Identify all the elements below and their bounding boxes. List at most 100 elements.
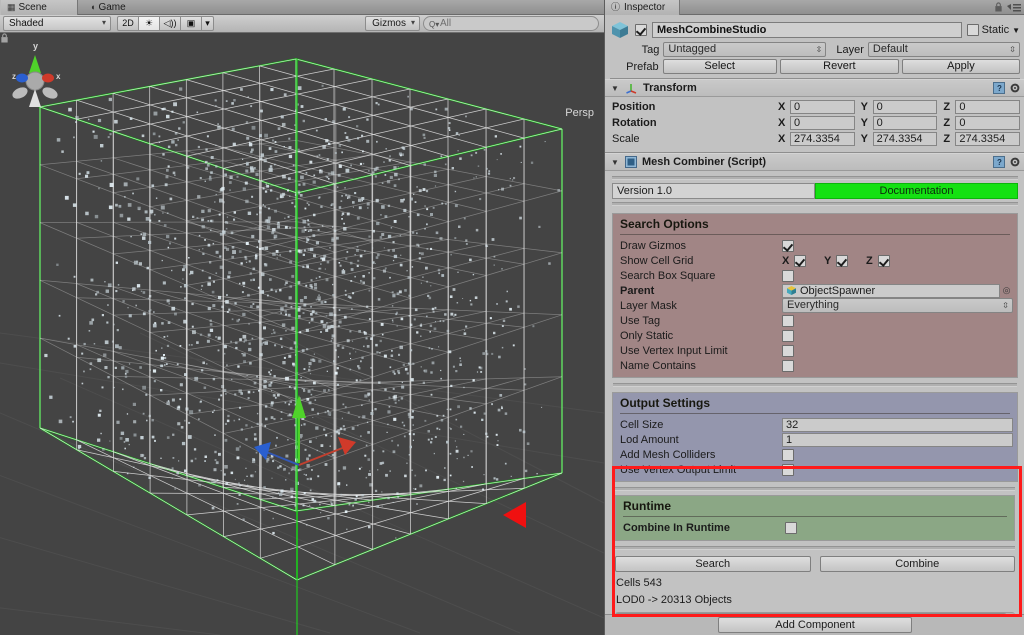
rotation-y-input[interactable]: 0 bbox=[872, 115, 938, 130]
groove-divider bbox=[615, 546, 1015, 550]
draw-gizmos-checkbox[interactable] bbox=[782, 239, 794, 252]
lock-icon[interactable] bbox=[0, 33, 9, 43]
gizmos-dropdown[interactable]: Gizmos bbox=[365, 16, 420, 31]
cell-grid-y-label: Y bbox=[824, 254, 832, 267]
cell-size-label: Cell Size bbox=[620, 418, 664, 431]
scene-viewport[interactable]: y z x Persp bbox=[0, 33, 604, 635]
layer-mask-row: Layer Mask Everything bbox=[613, 298, 1017, 313]
transform-header-icons: ? bbox=[993, 82, 1021, 94]
object-picker-icon[interactable]: ◎ bbox=[1000, 285, 1013, 296]
scale-label: Scale bbox=[612, 132, 640, 145]
tag-dropdown[interactable]: Untagged bbox=[663, 42, 827, 57]
lock-icon[interactable] bbox=[994, 2, 1003, 12]
only-static-checkbox[interactable] bbox=[782, 329, 794, 342]
cell-grid-y-checkbox[interactable] bbox=[836, 254, 848, 267]
help-icon[interactable]: ? bbox=[993, 82, 1005, 94]
add-component-button[interactable]: Add Component bbox=[718, 617, 912, 633]
combine-in-runtime-checkbox[interactable] bbox=[785, 521, 797, 534]
gameobject-enabled-checkbox[interactable] bbox=[635, 24, 647, 36]
static-toggle-group: Static ▼ bbox=[966, 24, 1020, 36]
gear-icon[interactable] bbox=[1009, 156, 1021, 168]
axis-label-z: Z bbox=[943, 100, 951, 113]
search-button[interactable]: Search bbox=[615, 556, 811, 572]
cell-size-row: Cell Size 32 bbox=[613, 417, 1017, 432]
documentation-button[interactable]: Documentation bbox=[815, 183, 1018, 199]
scale-x-input[interactable]: 274.3354 bbox=[790, 131, 855, 146]
static-checkbox[interactable] bbox=[966, 24, 979, 36]
gameobject-name-field[interactable]: MeshCombineStudio bbox=[652, 22, 962, 38]
scene-panel: ▦ Scene ◖ Game Shaded 2D ☀ ◁)) ▣ ▾ Gizmo… bbox=[0, 0, 604, 635]
scene-search-input[interactable]: Q▾ All bbox=[423, 16, 599, 31]
combine-in-runtime-row: Combine In Runtime bbox=[616, 520, 1014, 535]
combine-button[interactable]: Combine bbox=[819, 556, 1015, 572]
search-icon: Q▾ bbox=[429, 20, 440, 29]
view-axis-gizmo[interactable]: y z x bbox=[0, 37, 70, 123]
groove-divider bbox=[612, 202, 1018, 206]
prefab-revert-button[interactable]: Revert bbox=[779, 59, 899, 74]
scale-z-input[interactable]: 274.3354 bbox=[955, 131, 1021, 146]
tab-game[interactable]: ◖ Game bbox=[84, 0, 154, 15]
prefab-apply-button[interactable]: Apply bbox=[901, 59, 1020, 74]
scale-y-input[interactable]: 274.3354 bbox=[872, 131, 938, 146]
hamburger-icon[interactable] bbox=[1007, 2, 1021, 12]
tab-inspector-label: Inspector bbox=[624, 2, 666, 13]
tab-scene-label: Scene bbox=[18, 2, 47, 13]
toggle-2d-button[interactable]: 2D bbox=[117, 16, 139, 31]
sun-icon[interactable]: ☀ bbox=[138, 16, 160, 31]
position-y-input[interactable]: 0 bbox=[872, 99, 938, 114]
tab-inspector[interactable]: ⓘ Inspector bbox=[605, 0, 681, 15]
name-contains-checkbox[interactable] bbox=[782, 359, 794, 372]
rotation-x-input[interactable]: 0 bbox=[790, 115, 855, 130]
layer-dropdown[interactable]: Default bbox=[867, 42, 1020, 57]
image-icon[interactable]: ▣ bbox=[180, 16, 202, 31]
add-mesh-colliders-checkbox[interactable] bbox=[782, 448, 794, 461]
cell-size-input[interactable]: 32 bbox=[782, 417, 1013, 432]
gear-icon[interactable] bbox=[1009, 82, 1021, 94]
svg-text:?: ? bbox=[997, 84, 1002, 93]
use-vertex-output-limit-checkbox[interactable] bbox=[782, 463, 794, 476]
position-x-input[interactable]: 0 bbox=[790, 99, 855, 114]
speaker-icon[interactable]: ◁)) bbox=[159, 16, 181, 31]
use-vertex-input-limit-checkbox[interactable] bbox=[782, 344, 794, 357]
action-buttons-row: Search Combine bbox=[605, 552, 1024, 572]
layer-mask-dropdown[interactable]: Everything bbox=[782, 298, 1013, 313]
shading-mode-dropdown[interactable]: Shaded bbox=[3, 16, 111, 31]
gamepad-icon: ◖ bbox=[90, 2, 96, 12]
divider bbox=[620, 234, 1010, 235]
mesh-combiner-header-icons: ? bbox=[993, 156, 1021, 168]
scene-toolbar: Shaded 2D ☀ ◁)) ▣ ▾ Gizmos Q▾ All bbox=[0, 15, 604, 33]
groove-divider bbox=[615, 487, 1015, 491]
rotation-z-input[interactable]: 0 bbox=[955, 115, 1021, 130]
tag-label: Tag bbox=[641, 43, 660, 56]
prefab-select-button[interactable]: Select bbox=[662, 59, 777, 74]
chevron-down-icon[interactable]: ▼ bbox=[1012, 26, 1020, 35]
search-options-title: Search Options bbox=[620, 217, 709, 231]
projection-label[interactable]: Persp bbox=[565, 107, 594, 119]
parent-row: Parent ObjectSpawner ◎ bbox=[613, 283, 1017, 298]
transform-component-header[interactable]: ▼ Transform ? bbox=[605, 79, 1024, 97]
foldout-icon[interactable]: ▼ bbox=[611, 158, 620, 167]
chevron-down-icon[interactable]: ▾ bbox=[201, 16, 214, 31]
tab-scene[interactable]: ▦ Scene bbox=[0, 0, 78, 15]
search-box-square-checkbox[interactable] bbox=[782, 269, 794, 282]
lod-amount-input[interactable]: 1 bbox=[782, 432, 1013, 447]
transform-title: Transform bbox=[643, 82, 697, 94]
foldout-icon[interactable]: ▼ bbox=[611, 84, 620, 93]
use-tag-checkbox[interactable] bbox=[782, 314, 794, 327]
cell-grid-z-checkbox[interactable] bbox=[878, 254, 890, 267]
prefab-label: Prefab bbox=[626, 60, 659, 73]
info-icon: ⓘ bbox=[611, 2, 621, 12]
transform-icon bbox=[626, 84, 637, 94]
position-z-input[interactable]: 0 bbox=[955, 99, 1021, 114]
search-box-square-label: Search Box Square bbox=[620, 269, 716, 282]
only-static-label: Only Static bbox=[620, 329, 674, 342]
mesh-combiner-component-header[interactable]: ▼ Mesh Combiner (Script) ? bbox=[605, 153, 1024, 171]
transform-row-scale: Scale X 274.3354 Y 274.3354 Z 274.3354 bbox=[610, 131, 1021, 146]
parent-object-field[interactable]: ObjectSpawner bbox=[782, 283, 1000, 298]
cell-grid-x-checkbox[interactable] bbox=[794, 254, 806, 267]
axis-label-x: X bbox=[778, 132, 786, 145]
search-box-square-row: Search Box Square bbox=[613, 268, 1017, 283]
help-icon[interactable]: ? bbox=[993, 156, 1005, 168]
svg-text:z: z bbox=[12, 72, 16, 81]
divider bbox=[623, 516, 1007, 517]
